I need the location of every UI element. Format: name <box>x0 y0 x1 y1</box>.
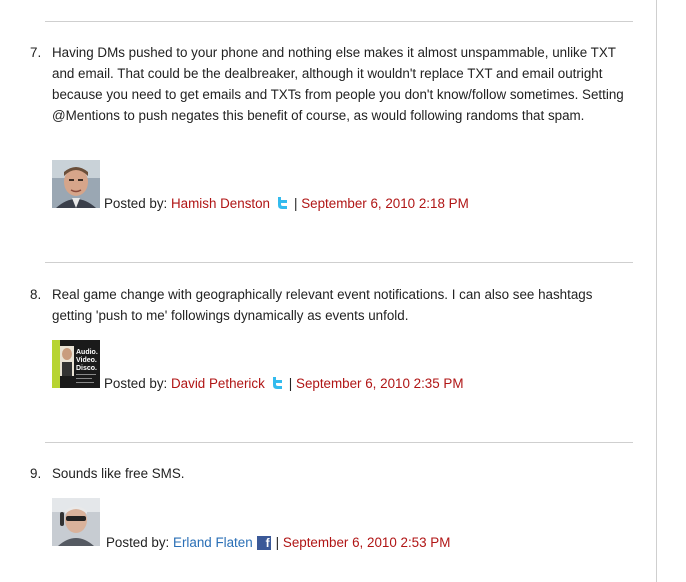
comment-date-link[interactable]: September 6, 2010 2:18 PM <box>301 196 469 211</box>
comments-page: 7. Having DMs pushed to your phone and n… <box>0 0 686 582</box>
twitter-icon[interactable] <box>276 196 290 212</box>
author-link[interactable]: Erland Flaten <box>173 535 253 550</box>
comment-number: 9. <box>30 466 42 481</box>
comment-text: Real game change with geographically rel… <box>52 287 593 323</box>
comment-date-link[interactable]: September 6, 2010 2:35 PM <box>296 376 464 391</box>
content-right-border <box>656 0 657 582</box>
svg-text:Video.: Video. <box>76 357 97 364</box>
comment-byline: Posted by: Hamish Denston | September 6, … <box>104 196 469 212</box>
avatar[interactable]: Audio. Video. Disco. <box>52 340 100 388</box>
comment-number: 7. <box>30 45 42 60</box>
author-link[interactable]: Hamish Denston <box>171 196 270 211</box>
comment-text: Having DMs pushed to your phone and noth… <box>52 45 624 123</box>
comment-item: 9. Sounds like free SMS. Posted by: Erla… <box>0 463 640 553</box>
author-link[interactable]: David Petherick <box>171 376 265 391</box>
avatar[interactable] <box>52 160 100 208</box>
posted-by-label: Posted by: <box>106 535 170 550</box>
comment-date-link[interactable]: September 6, 2010 2:53 PM <box>283 535 451 550</box>
separator: | <box>288 376 293 391</box>
separator: | <box>294 196 298 211</box>
comment-byline: Posted by: Erland Flaten f | September 6, … <box>106 535 450 550</box>
twitter-icon[interactable] <box>271 376 285 392</box>
posted-by-label: Posted by: <box>104 196 168 211</box>
avatar[interactable] <box>52 498 100 546</box>
svg-text:Disco.: Disco. <box>76 365 97 372</box>
comment-item: 8. Real game change with geographically … <box>0 284 640 392</box>
comment-divider <box>45 21 633 22</box>
avatar-logo-text: Audio. <box>76 349 98 356</box>
comment-byline: Posted by: David Petherick | September 6,… <box>104 376 464 392</box>
posted-by-label: Posted by: <box>104 376 168 391</box>
comment-divider <box>45 442 633 443</box>
comment-item: 7. Having DMs pushed to your phone and n… <box>0 42 640 214</box>
facebook-icon[interactable]: f <box>256 536 271 550</box>
comment-text: Sounds like free SMS. <box>52 466 185 481</box>
comment-divider <box>45 262 633 263</box>
comment-number: 8. <box>30 287 42 302</box>
separator: | <box>275 535 280 550</box>
